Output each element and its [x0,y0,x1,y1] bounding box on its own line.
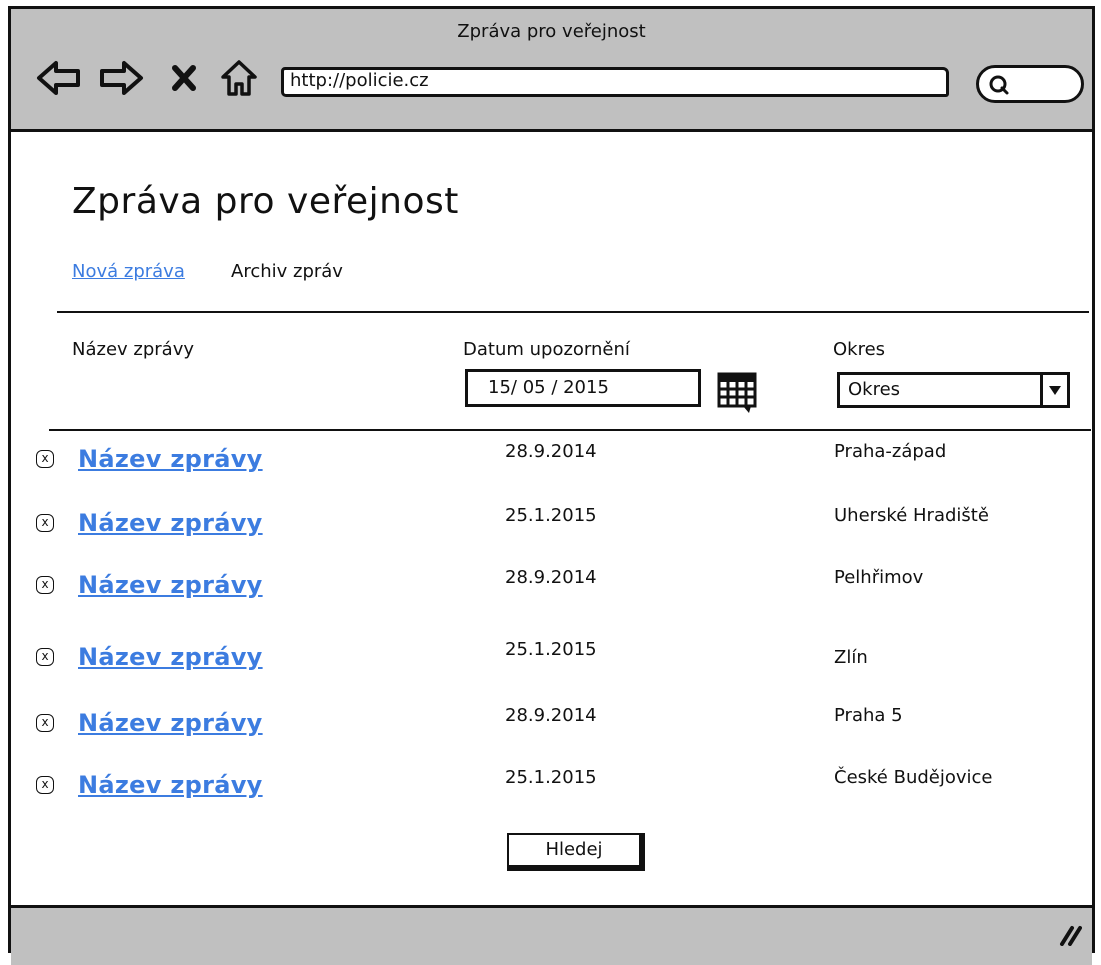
message-okres: České Budějovice [834,767,993,788]
home-icon[interactable] [217,55,261,101]
message-date: 28.9.2014 [505,441,597,462]
column-header-date: Datum upozornění [463,339,630,360]
table-row: x Název zprávy 25.1.2015 Zlín [11,639,1091,679]
message-date: 25.1.2015 [505,767,597,788]
message-title-link[interactable]: Název zprávy [78,509,263,537]
calendar-icon[interactable] [717,371,759,419]
resize-grip-icon[interactable] [1058,924,1082,950]
search-button[interactable]: Hledej [507,833,645,871]
table-row: x Název zprávy 28.9.2014 Praha 5 [11,705,1091,745]
message-okres: Zlín [834,647,868,668]
message-date: 28.9.2014 [505,567,597,588]
message-date: 28.9.2014 [505,705,597,726]
browser-window: Zpráva pro veřejnost http://policie.cz Z… [8,6,1095,965]
back-icon[interactable] [33,55,85,101]
message-okres: Praha 5 [834,705,903,726]
message-title-link[interactable]: Název zprávy [78,771,263,799]
remove-icon[interactable]: x [36,450,54,468]
tab-archive[interactable]: Archiv zpráv [231,261,343,282]
message-title-link[interactable]: Název zprávy [78,571,263,599]
remove-icon[interactable]: x [36,714,54,732]
column-header-name: Název zprávy [72,339,195,360]
table-row: x Název zprávy 25.1.2015 Uherské Hradišt… [11,505,1091,545]
forward-icon[interactable] [95,55,147,101]
message-okres: Uherské Hradiště [834,505,989,526]
browser-toolbar: Zpráva pro veřejnost http://policie.cz [11,9,1092,132]
search-icon [988,74,1010,100]
remove-icon[interactable]: x [36,776,54,794]
okres-select[interactable]: Okres [837,372,1070,408]
message-title-link[interactable]: Název zprávy [78,643,263,671]
remove-icon[interactable]: x [36,648,54,666]
url-input[interactable]: http://policie.cz [281,67,949,97]
message-okres: Pelhřimov [834,567,924,588]
message-title-link[interactable]: Název zprávy [78,709,263,737]
stop-icon[interactable] [167,55,201,101]
message-okres: Praha-západ [834,441,947,462]
table-row: x Název zprávy 28.9.2014 Praha-západ [11,441,1091,481]
remove-icon[interactable]: x [36,576,54,594]
chevron-down-icon[interactable] [1040,375,1067,405]
okres-selected-value: Okres [848,379,901,400]
message-date: 25.1.2015 [505,639,597,660]
message-date: 25.1.2015 [505,505,597,526]
status-bar [11,905,1092,965]
column-header-okres: Okres [833,339,886,360]
page-title: Zpráva pro veřejnost [72,181,459,222]
divider [49,429,1091,431]
message-title-link[interactable]: Název zprávy [78,445,263,473]
divider [57,311,1089,313]
browser-search-input[interactable] [976,65,1084,103]
date-field[interactable]: 15/ 05 / 2015 [465,369,701,407]
window-title: Zpráva pro veřejnost [457,21,646,42]
remove-icon[interactable]: x [36,514,54,532]
tab-new-message[interactable]: Nová zpráva [72,261,185,282]
table-row: x Název zprávy 28.9.2014 Pelhřimov [11,567,1091,607]
table-row: x Název zprávy 25.1.2015 České Budějovic… [11,767,1091,807]
